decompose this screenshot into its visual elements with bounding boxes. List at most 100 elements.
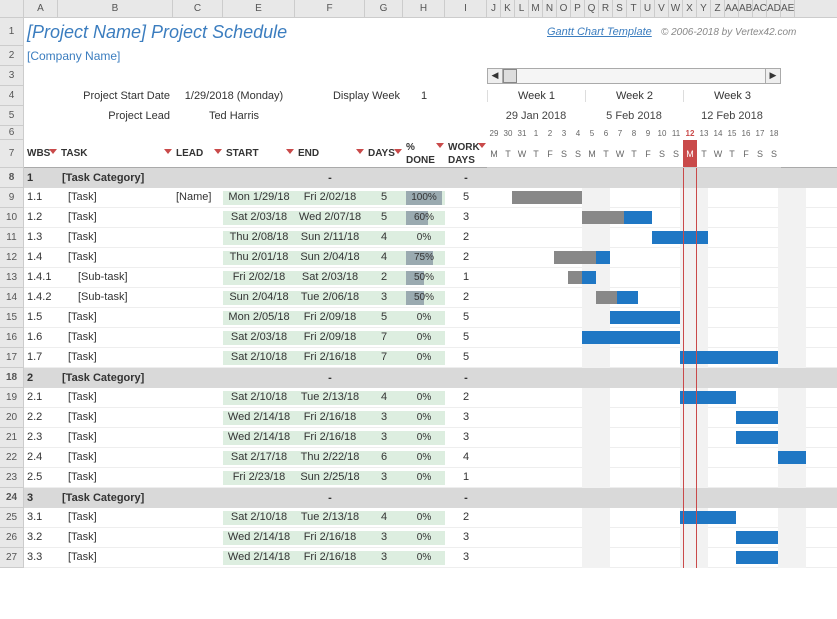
task-cell[interactable]: [Sub-task] <box>58 291 173 305</box>
col-header[interactable]: A <box>24 0 58 17</box>
row-header[interactable]: 14 <box>0 288 24 308</box>
days-cell[interactable]: 4 <box>365 391 403 405</box>
start-cell[interactable]: Wed 2/14/18 <box>223 411 295 425</box>
col-header[interactable]: I <box>445 0 487 17</box>
pct-cell[interactable]: 0% <box>403 531 445 545</box>
end-cell[interactable]: Tue 2/06/18 <box>295 291 365 305</box>
lead-cell[interactable] <box>173 531 223 545</box>
start-cell[interactable]: Sat 2/10/18 <box>223 511 295 525</box>
start-cell[interactable]: Fri 2/23/18 <box>223 471 295 485</box>
pct-cell[interactable]: 0% <box>403 391 445 405</box>
task-cell[interactable]: [Task] <box>58 331 173 345</box>
start-cell[interactable]: Mon 1/29/18 <box>223 191 295 205</box>
end-cell[interactable]: Thu 2/22/18 <box>295 451 365 465</box>
wbs-cell[interactable]: 2.4 <box>24 451 58 465</box>
workdays-cell[interactable]: - <box>445 492 487 504</box>
row-header[interactable]: 20 <box>0 408 24 428</box>
workdays-cell[interactable]: 1 <box>445 471 487 485</box>
lead-cell[interactable] <box>173 492 223 504</box>
row-header[interactable]: 16 <box>0 328 24 348</box>
pct-cell[interactable]: 0% <box>403 511 445 525</box>
task-cell[interactable]: [Task] <box>58 431 173 445</box>
row-header[interactable]: 1 <box>0 18 24 46</box>
wbs-cell[interactable]: 2 <box>24 372 58 384</box>
col-header[interactable]: T <box>627 0 641 17</box>
lead-cell[interactable]: [Name] <box>173 191 223 205</box>
row-header[interactable]: 4 <box>0 86 24 106</box>
workdays-cell[interactable]: - <box>445 172 487 184</box>
task-cell[interactable]: [Task] <box>58 191 173 205</box>
task-cell[interactable]: [Task] <box>58 411 173 425</box>
pct-cell[interactable]: 0% <box>403 331 445 345</box>
workdays-cell[interactable]: 2 <box>445 251 487 265</box>
col-header[interactable]: AE <box>781 0 795 17</box>
col-header[interactable]: Z <box>711 0 725 17</box>
header-task[interactable]: TASK <box>58 147 173 160</box>
row-header[interactable]: 12 <box>0 248 24 268</box>
col-header[interactable]: R <box>599 0 613 17</box>
header-wbs[interactable]: WBS <box>24 147 58 160</box>
row-header[interactable]: 27 <box>0 548 24 568</box>
days-cell[interactable] <box>365 492 403 504</box>
spreadsheet-grid[interactable]: 1[Project Name] Project ScheduleGantt Ch… <box>0 18 837 568</box>
start-cell[interactable]: Sat 2/03/18 <box>223 331 295 345</box>
workdays-cell[interactable]: 3 <box>445 411 487 425</box>
start-date-value[interactable]: 1/29/2018 (Monday) <box>173 90 295 102</box>
wbs-cell[interactable]: 1.1 <box>24 191 58 205</box>
end-cell[interactable]: Tue 2/13/18 <box>295 511 365 525</box>
col-header[interactable]: X <box>683 0 697 17</box>
task-cell[interactable]: [Task] <box>58 511 173 525</box>
pct-cell[interactable]: 0% <box>403 431 445 445</box>
wbs-cell[interactable]: 1 <box>24 172 58 184</box>
row-header[interactable]: 17 <box>0 348 24 368</box>
row-header[interactable]: 10 <box>0 208 24 228</box>
start-cell[interactable]: Sat 2/03/18 <box>223 211 295 225</box>
days-cell[interactable]: 3 <box>365 531 403 545</box>
header-start[interactable]: START <box>223 147 295 160</box>
days-cell[interactable]: 4 <box>365 231 403 245</box>
lead-value[interactable]: Ted Harris <box>173 110 295 122</box>
lead-cell[interactable] <box>173 251 223 265</box>
start-cell[interactable] <box>223 372 295 384</box>
days-cell[interactable]: 2 <box>365 271 403 285</box>
pct-cell[interactable] <box>403 172 445 184</box>
row-header[interactable]: 3 <box>0 66 24 86</box>
scroll-track[interactable] <box>503 68 765 84</box>
workdays-cell[interactable]: 5 <box>445 331 487 345</box>
lead-cell[interactable] <box>173 351 223 365</box>
days-cell[interactable]: 3 <box>365 411 403 425</box>
end-cell[interactable]: Wed 2/07/18 <box>295 211 365 225</box>
col-header[interactable]: V <box>655 0 669 17</box>
pct-cell[interactable] <box>403 492 445 504</box>
pct-cell[interactable]: 60% <box>403 211 445 225</box>
start-cell[interactable]: Thu 2/01/18 <box>223 251 295 265</box>
row-header[interactable]: 18 <box>0 368 24 388</box>
col-header[interactable]: AD <box>767 0 781 17</box>
lead-cell[interactable] <box>173 231 223 245</box>
end-cell[interactable]: Tue 2/13/18 <box>295 391 365 405</box>
row-header[interactable]: 22 <box>0 448 24 468</box>
wbs-cell[interactable]: 1.4.1 <box>24 271 58 285</box>
workdays-cell[interactable]: 2 <box>445 291 487 305</box>
workdays-cell[interactable]: 3 <box>445 431 487 445</box>
wbs-cell[interactable]: 3.3 <box>24 551 58 565</box>
task-cell[interactable]: [Task] <box>58 211 173 225</box>
col-header[interactable]: W <box>669 0 683 17</box>
wbs-cell[interactable]: 1.6 <box>24 331 58 345</box>
lead-cell[interactable] <box>173 211 223 225</box>
workdays-cell[interactable]: 3 <box>445 531 487 545</box>
task-cell[interactable]: [Task] <box>58 471 173 485</box>
pct-cell[interactable]: 0% <box>403 411 445 425</box>
start-cell[interactable] <box>223 172 295 184</box>
end-cell[interactable]: Fri 2/16/18 <box>295 411 365 425</box>
task-cell[interactable]: [Task Category] <box>58 492 173 504</box>
lead-cell[interactable] <box>173 411 223 425</box>
scroll-thumb[interactable] <box>503 69 517 83</box>
col-header[interactable]: Y <box>697 0 711 17</box>
col-header[interactable]: AC <box>753 0 767 17</box>
col-header[interactable]: P <box>571 0 585 17</box>
lead-cell[interactable] <box>173 271 223 285</box>
task-cell[interactable]: [Task] <box>58 251 173 265</box>
lead-cell[interactable] <box>173 451 223 465</box>
col-header[interactable]: H <box>403 0 445 17</box>
